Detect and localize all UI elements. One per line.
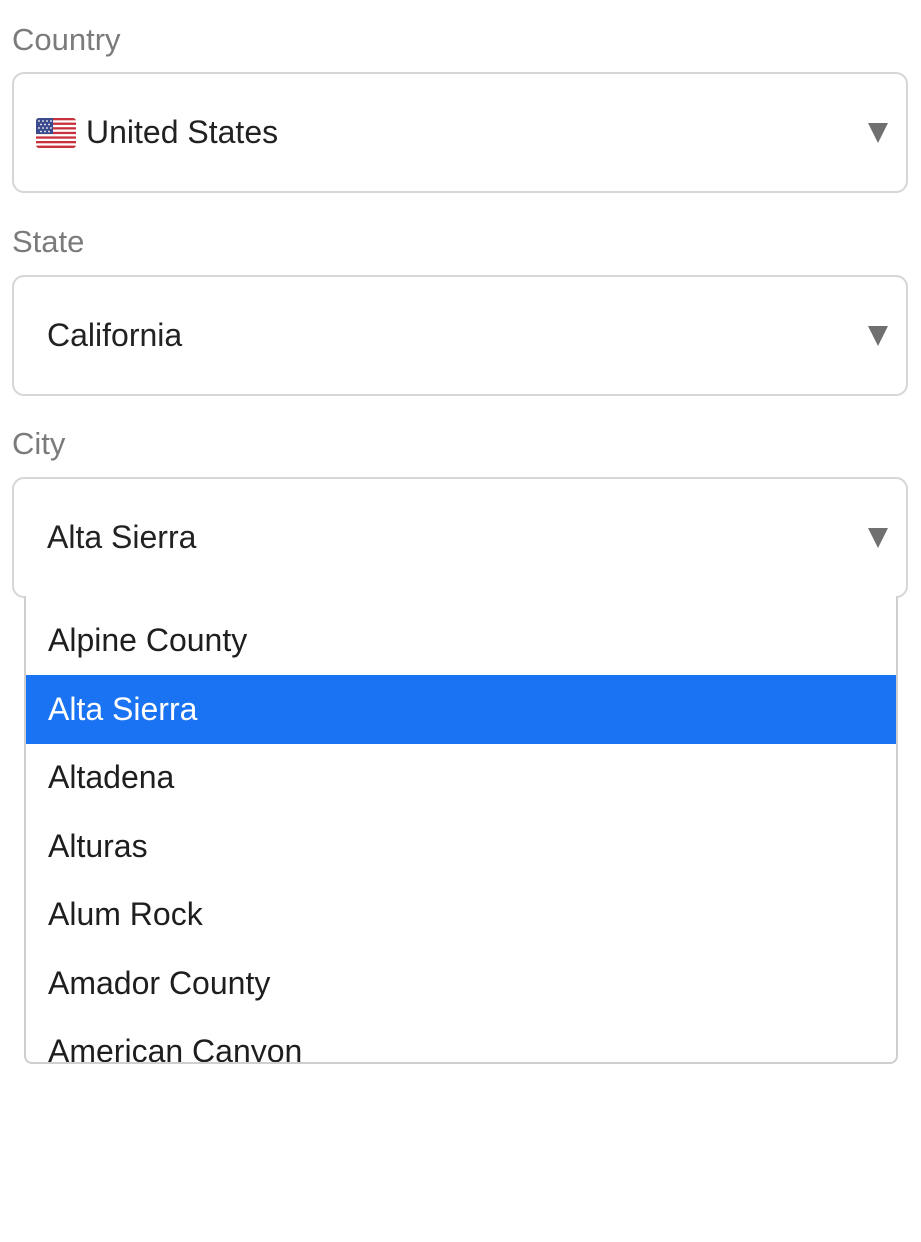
city-label: City: [12, 426, 66, 461]
chevron-down-icon: [868, 527, 888, 548]
city-option[interactable]: Alum Rock: [26, 881, 896, 950]
city-option[interactable]: Alturas: [26, 812, 896, 881]
chevron-down-icon: [868, 122, 888, 143]
country-selected-value: United States: [36, 74, 278, 191]
state-label: State: [12, 224, 85, 259]
city-option[interactable]: Altadena: [26, 744, 896, 813]
city-selected-value: Alta Sierra: [47, 519, 197, 555]
city-option[interactable]: Amador County: [26, 949, 896, 1018]
city-option[interactable]: American Canyon: [26, 1018, 896, 1062]
state-selected-value: California: [47, 317, 183, 353]
city-option[interactable]: Alpine County: [26, 607, 896, 676]
state-select[interactable]: California: [12, 275, 908, 396]
country-label: Country: [12, 22, 121, 57]
country-value-text: United States: [86, 114, 279, 150]
city-dropdown-list[interactable]: AlpineAlpine CountyAlta SierraAltadenaAl…: [24, 596, 898, 1064]
city-option[interactable]: Alta Sierra: [26, 675, 896, 744]
city-select[interactable]: Alta Sierra: [12, 477, 908, 598]
location-form: Country United States State California C…: [0, 0, 921, 1242]
chevron-down-icon: [868, 325, 888, 346]
city-options: AlpineAlpine CountyAlta SierraAltadenaAl…: [26, 596, 896, 1062]
city-option[interactable]: Alpine: [26, 596, 896, 607]
country-select[interactable]: United States: [12, 72, 908, 193]
us-flag-icon: [36, 117, 76, 148]
